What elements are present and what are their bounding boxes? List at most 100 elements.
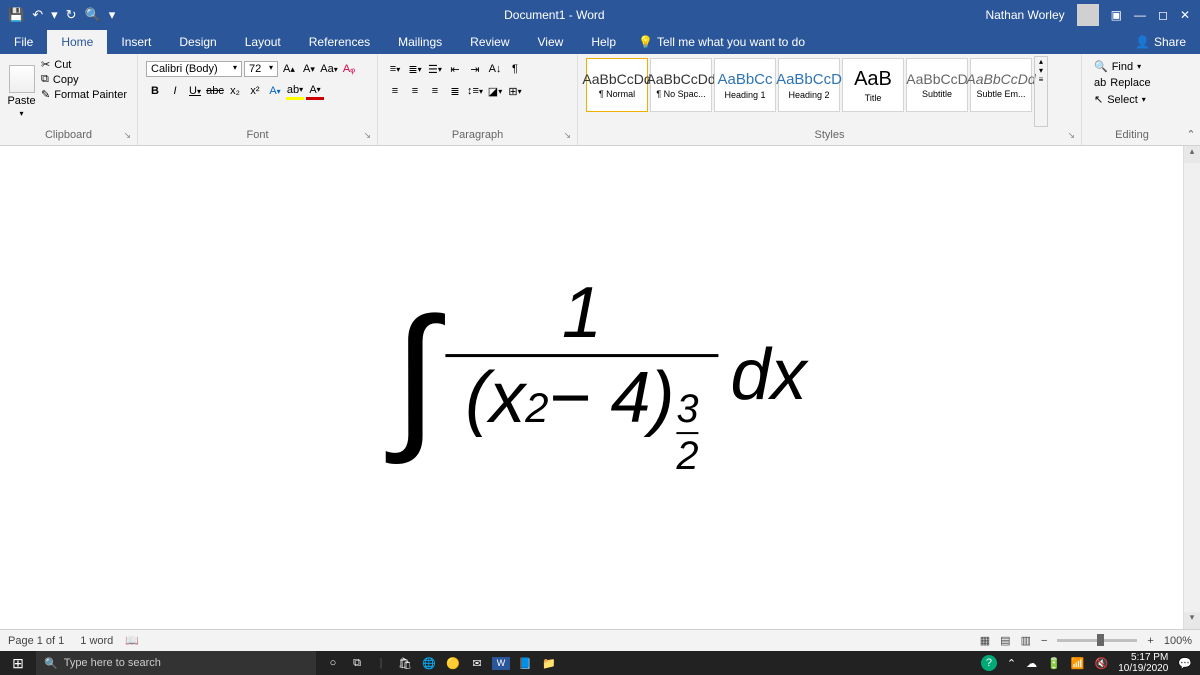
tab-view[interactable]: View <box>524 30 578 54</box>
font-size-select[interactable]: 72▾ <box>244 61 278 77</box>
style-heading1[interactable]: AaBbCcHeading 1 <box>714 58 776 112</box>
spell-check-icon[interactable]: 📖 <box>125 634 139 647</box>
styles-launcher[interactable]: ↘ <box>1067 130 1075 141</box>
tab-mailings[interactable]: Mailings <box>384 30 456 54</box>
explorer-icon[interactable]: 📁 <box>540 657 558 670</box>
page-status[interactable]: Page 1 of 1 <box>8 635 64 647</box>
taskbar-search[interactable]: 🔍 Type here to search <box>36 651 316 675</box>
web-layout-icon[interactable]: ▥ <box>1021 634 1031 647</box>
collapse-ribbon-button[interactable]: ⌃ <box>1182 54 1200 145</box>
cortana-icon[interactable]: ○ <box>324 657 342 670</box>
highlight-button[interactable]: ab▾ <box>286 82 304 100</box>
style-title[interactable]: AaBTitle <box>842 58 904 112</box>
multilevel-button[interactable]: ☰▾ <box>426 60 444 78</box>
volume-icon[interactable]: 🔇 <box>1095 657 1109 670</box>
subscript-button[interactable]: x₂ <box>226 82 244 100</box>
app-icon[interactable]: 📘 <box>516 657 534 670</box>
strike-button[interactable]: abc <box>206 82 224 100</box>
style-heading2[interactable]: AaBbCcDHeading 2 <box>778 58 840 112</box>
font-name-select[interactable]: Calibri (Body)▾ <box>146 61 242 77</box>
paragraph-launcher[interactable]: ↘ <box>563 130 571 141</box>
user-name[interactable]: Nathan Worley <box>985 8 1064 22</box>
superscript-button[interactable]: x² <box>246 82 264 100</box>
align-left-button[interactable]: ≡ <box>386 82 404 100</box>
numbering-button[interactable]: ≣▾ <box>406 60 424 78</box>
font-color-button[interactable]: A▾ <box>306 82 324 100</box>
sort-button[interactable]: A↓ <box>486 60 504 78</box>
document-canvas[interactable]: ∫ 1 (x2 − 4)32 dx ▴ ▾ <box>0 146 1200 629</box>
replace-button[interactable]: abReplace <box>1094 77 1151 89</box>
clock[interactable]: 5:17 PM 10/19/2020 <box>1118 652 1168 674</box>
redo-icon[interactable]: ↻ <box>66 7 77 23</box>
italic-button[interactable]: I <box>166 82 184 100</box>
line-spacing-button[interactable]: ↕≡▾ <box>466 82 484 100</box>
tab-layout[interactable]: Layout <box>231 30 295 54</box>
zoom-slider[interactable] <box>1057 639 1137 642</box>
close-icon[interactable]: ✕ <box>1180 8 1190 22</box>
text-effects-button[interactable]: A▾ <box>266 82 284 100</box>
undo-icon[interactable]: ↶ <box>32 7 43 23</box>
zoom-level[interactable]: 100% <box>1164 635 1192 647</box>
ribbon-display-icon[interactable]: ▣ <box>1111 8 1122 22</box>
style-no-spacing[interactable]: AaBbCcDd¶ No Spac... <box>650 58 712 112</box>
maximize-icon[interactable]: ◻ <box>1158 8 1168 22</box>
read-mode-icon[interactable]: ▦ <box>980 634 990 647</box>
justify-button[interactable]: ≣ <box>446 82 464 100</box>
bullets-button[interactable]: ≡▾ <box>386 60 404 78</box>
shading-button[interactable]: ◪▾ <box>486 82 504 100</box>
style-subtitle[interactable]: AaBbCcDSubtitle <box>906 58 968 112</box>
mail-icon[interactable]: ✉ <box>468 657 486 670</box>
grow-font-button[interactable]: A▴ <box>280 60 298 78</box>
store-icon[interactable]: 🛍 <box>396 657 414 670</box>
undo-drop[interactable]: ▾ <box>51 7 58 23</box>
tab-insert[interactable]: Insert <box>107 30 165 54</box>
print-layout-icon[interactable]: ▤ <box>1000 634 1010 647</box>
qat-customize[interactable]: ▾ <box>109 7 116 23</box>
tab-file[interactable]: File <box>0 30 47 54</box>
shrink-font-button[interactable]: A▾ <box>300 60 318 78</box>
decrease-indent-button[interactable]: ⇤ <box>446 60 464 78</box>
styles-scroll-up[interactable]: ▴ <box>1035 57 1047 66</box>
zoom-in-button[interactable]: + <box>1147 635 1153 647</box>
align-center-button[interactable]: ≡ <box>406 82 424 100</box>
word-icon[interactable]: W <box>492 657 510 670</box>
tab-references[interactable]: References <box>295 30 384 54</box>
onedrive-icon[interactable]: ☁ <box>1026 657 1037 670</box>
chrome-icon[interactable]: 🟡 <box>444 657 462 670</box>
clipboard-launcher[interactable]: ↘ <box>123 130 131 141</box>
minimize-icon[interactable]: — <box>1134 8 1146 22</box>
increase-indent-button[interactable]: ⇥ <box>466 60 484 78</box>
vertical-scrollbar[interactable]: ▴ ▾ <box>1183 146 1200 629</box>
borders-button[interactable]: ⊞▾ <box>506 82 524 100</box>
bold-button[interactable]: B <box>146 82 164 100</box>
styles-scroll-down[interactable]: ▾ <box>1035 66 1047 75</box>
print-preview-icon[interactable]: 🔍 <box>85 7 101 23</box>
tray-up-icon[interactable]: ⌃ <box>1007 657 1016 670</box>
avatar[interactable] <box>1077 4 1099 26</box>
find-button[interactable]: 🔍Find▾ <box>1094 60 1151 73</box>
wifi-icon[interactable]: 📶 <box>1071 657 1085 670</box>
share-button[interactable]: 👤 Share <box>1121 35 1200 49</box>
word-count[interactable]: 1 word <box>80 635 113 647</box>
styles-expand[interactable]: ≡ <box>1035 75 1047 84</box>
format-painter-button[interactable]: ✎Format Painter <box>41 88 127 101</box>
style-normal[interactable]: AaBbCcDd¶ Normal <box>586 58 648 112</box>
task-view-icon[interactable]: ⧉ <box>348 657 366 670</box>
battery-icon[interactable]: 🔋 <box>1047 657 1061 670</box>
paste-button[interactable]: Paste ▾ <box>6 56 37 127</box>
start-button[interactable]: ⊞ <box>0 655 36 672</box>
align-right-button[interactable]: ≡ <box>426 82 444 100</box>
zoom-out-button[interactable]: − <box>1041 635 1047 647</box>
tab-help[interactable]: Help <box>577 30 630 54</box>
tell-me-search[interactable]: 💡 Tell me what you want to do <box>638 35 805 49</box>
copy-button[interactable]: ⧉Copy <box>41 73 127 86</box>
scroll-up-icon[interactable]: ▴ <box>1184 146 1200 163</box>
underline-button[interactable]: U▾ <box>186 82 204 100</box>
change-case-button[interactable]: Aa▾ <box>320 60 338 78</box>
help-icon[interactable]: ? <box>981 655 997 671</box>
select-button[interactable]: ↖Select▾ <box>1094 93 1151 106</box>
tab-review[interactable]: Review <box>456 30 523 54</box>
show-marks-button[interactable]: ¶ <box>506 60 524 78</box>
scroll-down-icon[interactable]: ▾ <box>1184 612 1200 629</box>
font-launcher[interactable]: ↘ <box>363 130 371 141</box>
